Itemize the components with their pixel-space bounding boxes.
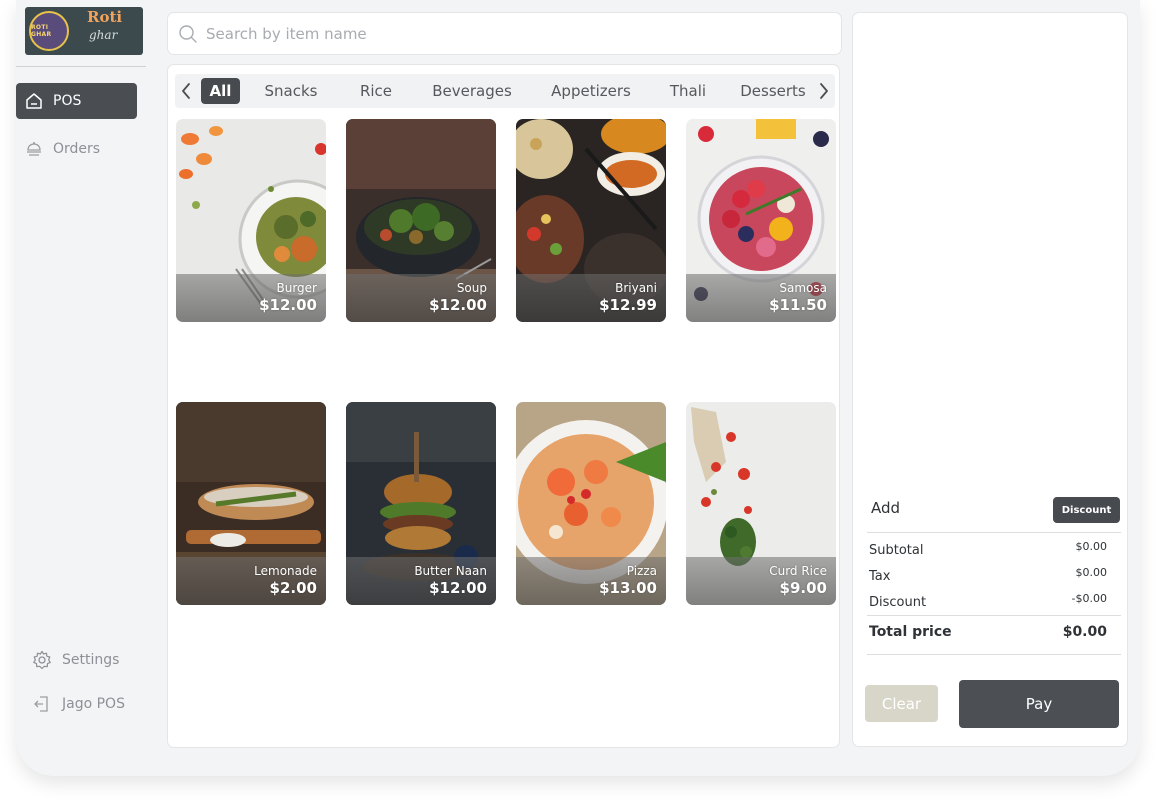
emblem-text: ROTI GHAR: [31, 24, 52, 38]
product-card-soup[interactable]: Soup $12.00: [346, 119, 496, 322]
product-price: $13.00: [599, 579, 657, 597]
tab-desserts[interactable]: Desserts: [735, 78, 811, 104]
tab-rice[interactable]: Rice: [352, 78, 400, 104]
tabs-prev-button[interactable]: [175, 78, 197, 104]
sidebar-item-label: POS: [53, 93, 82, 109]
brand-emblem: ROTI GHAR: [29, 11, 69, 51]
tabs-next-button[interactable]: [813, 78, 835, 104]
sidebar-item-label: Jago POS: [62, 696, 125, 712]
product-price: $12.00: [429, 296, 487, 314]
total-label: Total price: [869, 624, 952, 640]
product-name: Butter Naan: [414, 564, 487, 578]
sidebar: ROTI GHAR Roti ghar POS Orders Settings …: [16, 0, 152, 776]
category-tabs: All Snacks Rice Beverages Appetizers Tha…: [175, 74, 835, 108]
product-name: Samosa: [779, 281, 827, 295]
brand-name-line-1: Roti: [87, 8, 123, 26]
product-card-lemonade[interactable]: Lemonade $2.00: [176, 402, 326, 605]
discount-value: -$0.00: [1071, 592, 1107, 605]
total-value: $0.00: [1062, 624, 1107, 640]
menu-panel: All Snacks Rice Beverages Appetizers Tha…: [167, 64, 840, 748]
sidebar-item-pos[interactable]: POS: [16, 83, 137, 119]
total-row: Total price $0.00: [869, 624, 1107, 640]
subtotal-value: $0.00: [1075, 540, 1108, 553]
chevron-right-icon: [820, 83, 828, 99]
tab-all[interactable]: All: [201, 78, 240, 104]
app-window: ROTI GHAR Roti ghar POS Orders Settings …: [16, 0, 1140, 776]
product-card-butter-naan[interactable]: Butter Naan $12.00: [346, 402, 496, 605]
brand-name: Roti ghar: [87, 8, 139, 42]
tax-label: Tax: [869, 569, 891, 584]
product-price: $12.99: [599, 296, 657, 314]
product-name: Curd Rice: [769, 564, 827, 578]
sidebar-item-settings[interactable]: Settings: [32, 642, 142, 678]
gear-icon: [33, 650, 51, 670]
divider: [867, 615, 1121, 616]
divider: [867, 654, 1121, 655]
product-name: Soup: [456, 281, 487, 295]
product-price: $11.50: [769, 296, 827, 314]
product-card-pizza[interactable]: Pizza $13.00: [516, 402, 666, 605]
brand-logo: ROTI GHAR Roti ghar: [25, 7, 143, 55]
orders-icon: [27, 142, 41, 156]
subtotal-row: Subtotal $0.00: [869, 540, 1108, 558]
tab-appetizers[interactable]: Appetizers: [543, 78, 639, 104]
tab-thali[interactable]: Thali: [661, 78, 715, 104]
discount-button[interactable]: Discount: [1053, 497, 1120, 523]
order-panel: Add Discount Subtotal $0.00 Tax $0.00 Di…: [852, 12, 1128, 747]
sidebar-item-orders[interactable]: Orders: [16, 131, 137, 167]
product-price: $9.00: [779, 579, 827, 597]
product-price: $2.00: [269, 579, 317, 597]
brand-name-line-2: ghar: [89, 28, 118, 42]
product-name: Lemonade: [254, 564, 317, 578]
clear-button[interactable]: Clear: [865, 685, 938, 722]
subtotal-label: Subtotal: [869, 543, 924, 558]
product-card-curd-rice[interactable]: Curd Rice $9.00: [686, 402, 836, 605]
product-card-samosa[interactable]: Samosa $11.50: [686, 119, 836, 322]
logout-icon: [34, 696, 48, 712]
chevron-left-icon: [182, 83, 190, 99]
product-card-briyani[interactable]: Briyani $12.99: [516, 119, 666, 322]
product-price: $12.00: [429, 579, 487, 597]
search-bar: [167, 12, 842, 55]
product-price: $12.00: [259, 296, 317, 314]
sidebar-item-label: Settings: [62, 652, 120, 668]
search-input[interactable]: [206, 24, 806, 43]
discount-label: Discount: [869, 595, 927, 610]
divider: [867, 532, 1121, 533]
search-icon: [179, 24, 197, 43]
product-name: Burger: [276, 281, 318, 295]
tax-value: $0.00: [1075, 566, 1108, 579]
tab-snacks[interactable]: Snacks: [258, 78, 324, 104]
discount-row: Discount -$0.00: [869, 592, 1107, 610]
product-name: Briyani: [615, 281, 657, 295]
add-label: Add: [871, 499, 901, 517]
product-name: Pizza: [626, 564, 657, 578]
sidebar-item-jago-pos[interactable]: Jago POS: [32, 686, 142, 722]
tax-row: Tax $0.00: [869, 566, 1108, 584]
home-icon: [26, 93, 42, 109]
sidebar-divider: [16, 66, 146, 67]
product-card-burger[interactable]: Burger $12.00: [176, 119, 326, 322]
sidebar-item-label: Orders: [53, 141, 101, 157]
pay-button[interactable]: Pay: [959, 680, 1119, 728]
tab-beverages[interactable]: Beverages: [425, 78, 519, 104]
